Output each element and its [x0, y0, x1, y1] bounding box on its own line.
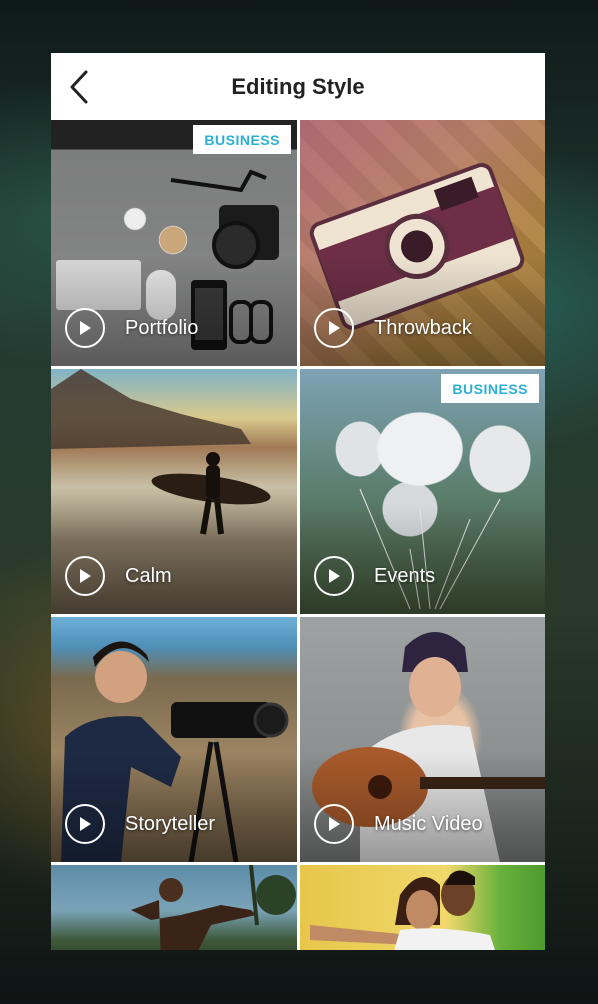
style-tile-events[interactable]: BUSINESS Events	[300, 369, 545, 614]
tile-label: Calm	[125, 564, 172, 587]
play-icon[interactable]	[65, 308, 105, 348]
tile-label: Portfolio	[125, 316, 199, 339]
app-screen: Editing Style BUSINESS Portfolio Throwba…	[51, 53, 545, 950]
style-tile-portfolio[interactable]: BUSINESS Portfolio	[51, 120, 297, 366]
business-badge: BUSINESS	[193, 125, 291, 154]
business-badge: BUSINESS	[441, 374, 539, 403]
style-tile-partial-right[interactable]	[300, 865, 545, 950]
play-icon[interactable]	[314, 804, 354, 844]
tile-label: Throwback	[374, 316, 472, 339]
style-tile-music-video[interactable]: Music Video	[300, 617, 545, 862]
tile-label: Events	[374, 564, 436, 587]
tile-label: Storyteller	[125, 812, 216, 835]
page-title: Editing Style	[231, 73, 365, 99]
couple-illustration	[310, 870, 495, 950]
play-icon[interactable]	[65, 556, 105, 596]
play-icon[interactable]	[314, 308, 354, 348]
play-icon[interactable]	[314, 556, 354, 596]
chevron-left-icon	[70, 70, 88, 104]
athlete-illustration	[131, 865, 296, 950]
style-tile-throwback[interactable]: Throwback	[300, 120, 545, 366]
style-tile-calm[interactable]: Calm	[51, 369, 297, 614]
back-button[interactable]	[61, 67, 97, 107]
style-tile-storyteller[interactable]: Storyteller	[51, 617, 297, 862]
top-bar: Editing Style	[51, 53, 545, 120]
tile-label: Music Video	[374, 812, 483, 835]
play-icon[interactable]	[65, 804, 105, 844]
style-tile-partial-left[interactable]	[51, 865, 297, 950]
